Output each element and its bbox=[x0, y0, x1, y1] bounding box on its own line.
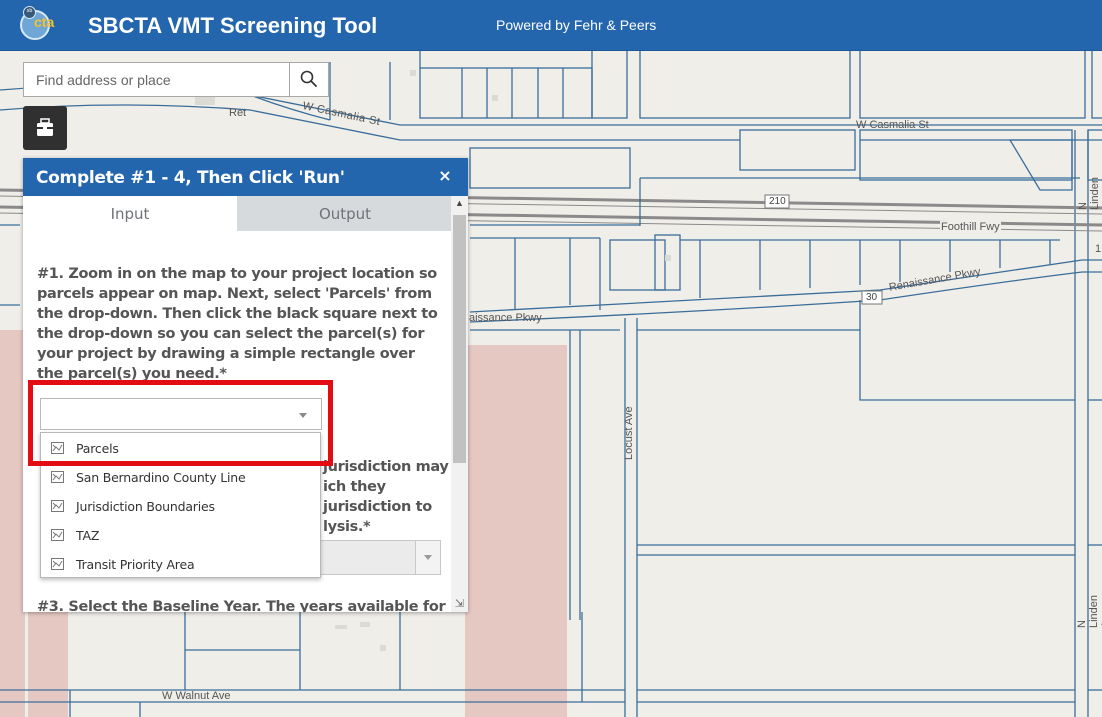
close-icon[interactable]: × bbox=[436, 166, 454, 186]
jurisdiction-select-toggle[interactable] bbox=[415, 541, 440, 574]
step2-line: jurisdiction may bbox=[323, 459, 449, 475]
tab-input-label: Input bbox=[110, 205, 150, 223]
map-label-locust: Locust Ave bbox=[623, 406, 635, 460]
map-label-route-30: 30 bbox=[866, 292, 878, 303]
search-input[interactable] bbox=[24, 63, 290, 96]
app-subtitle: Powered by Fehr & Peers bbox=[496, 17, 657, 33]
dropdown-item-label: Jurisdiction Boundaries bbox=[76, 499, 215, 514]
tab-output[interactable]: Output bbox=[237, 196, 453, 231]
resize-icon[interactable]: ⇲ bbox=[451, 596, 468, 612]
layer-icon bbox=[51, 471, 64, 483]
step2-line: ich they bbox=[323, 479, 386, 495]
step1-instructions: #1. Zoom in on the map to your project l… bbox=[37, 266, 438, 382]
dropdown-item-label: San Bernardino County Line bbox=[76, 470, 246, 485]
search-icon bbox=[300, 70, 317, 87]
toolbox-icon bbox=[37, 118, 53, 136]
zone-block bbox=[465, 605, 567, 717]
dropdown-item-transit-priority[interactable]: Transit Priority Area bbox=[41, 550, 320, 579]
dropdown-item-jurisdiction[interactable]: Jurisdiction Boundaries bbox=[41, 492, 320, 521]
step2-line: lysis.* bbox=[323, 519, 371, 535]
dropdown-item-label: Transit Priority Area bbox=[76, 557, 195, 572]
layer-icon bbox=[51, 529, 64, 541]
layer-icon bbox=[51, 558, 64, 570]
map-label-renaissance-west: aissance Pkwy bbox=[469, 312, 542, 324]
search-box bbox=[23, 62, 329, 97]
layer-icon bbox=[51, 500, 64, 512]
highlight-annotation bbox=[28, 380, 333, 466]
map-label-linden-north: N Linden Ave bbox=[1077, 176, 1102, 210]
map-label-edge: 1 bbox=[1095, 243, 1102, 255]
jurisdiction-select[interactable] bbox=[311, 540, 441, 575]
panel-scrollbar[interactable]: ▲ ⇲ bbox=[451, 196, 468, 612]
logo-text: cta bbox=[34, 14, 55, 30]
search-button[interactable] bbox=[289, 63, 328, 96]
map-label-linden-south: N Linden Ave bbox=[1076, 594, 1102, 628]
map-label-walnut: W Walnut Ave bbox=[162, 690, 231, 702]
step2-line: jurisdiction to bbox=[323, 499, 432, 515]
panel-header: Complete #1 - 4, Then Click 'Run' × bbox=[23, 158, 468, 196]
toolbox-button[interactable] bbox=[23, 106, 67, 150]
dropdown-item-label: TAZ bbox=[76, 528, 100, 543]
scroll-thumb[interactable] bbox=[453, 215, 466, 463]
tab-input[interactable]: Input bbox=[23, 196, 237, 231]
map-label-route-210: 210 bbox=[769, 196, 786, 207]
zone-block bbox=[28, 612, 68, 717]
scroll-up-icon[interactable]: ▲ bbox=[451, 196, 468, 210]
map-label-foothill: Foothill Fwy bbox=[940, 221, 1001, 233]
app-header: sb cta SBCTA VMT Screening Tool Powered … bbox=[0, 0, 1102, 51]
map-label-casmalia-east: W Casmalia St bbox=[856, 119, 929, 131]
step3-instructions: #3. Select the Baseline Year. The years … bbox=[37, 599, 446, 612]
zone-block bbox=[0, 330, 25, 717]
map-label-ret: Ret bbox=[229, 107, 247, 119]
dropdown-item-county-line[interactable]: San Bernardino County Line bbox=[41, 463, 320, 492]
app-title: SBCTA VMT Screening Tool bbox=[88, 13, 378, 38]
dropdown-item-taz[interactable]: TAZ bbox=[41, 521, 320, 550]
panel-title: Complete #1 - 4, Then Click 'Run' bbox=[36, 168, 345, 188]
chevron-down-icon bbox=[424, 555, 432, 560]
tab-output-label: Output bbox=[318, 205, 372, 223]
